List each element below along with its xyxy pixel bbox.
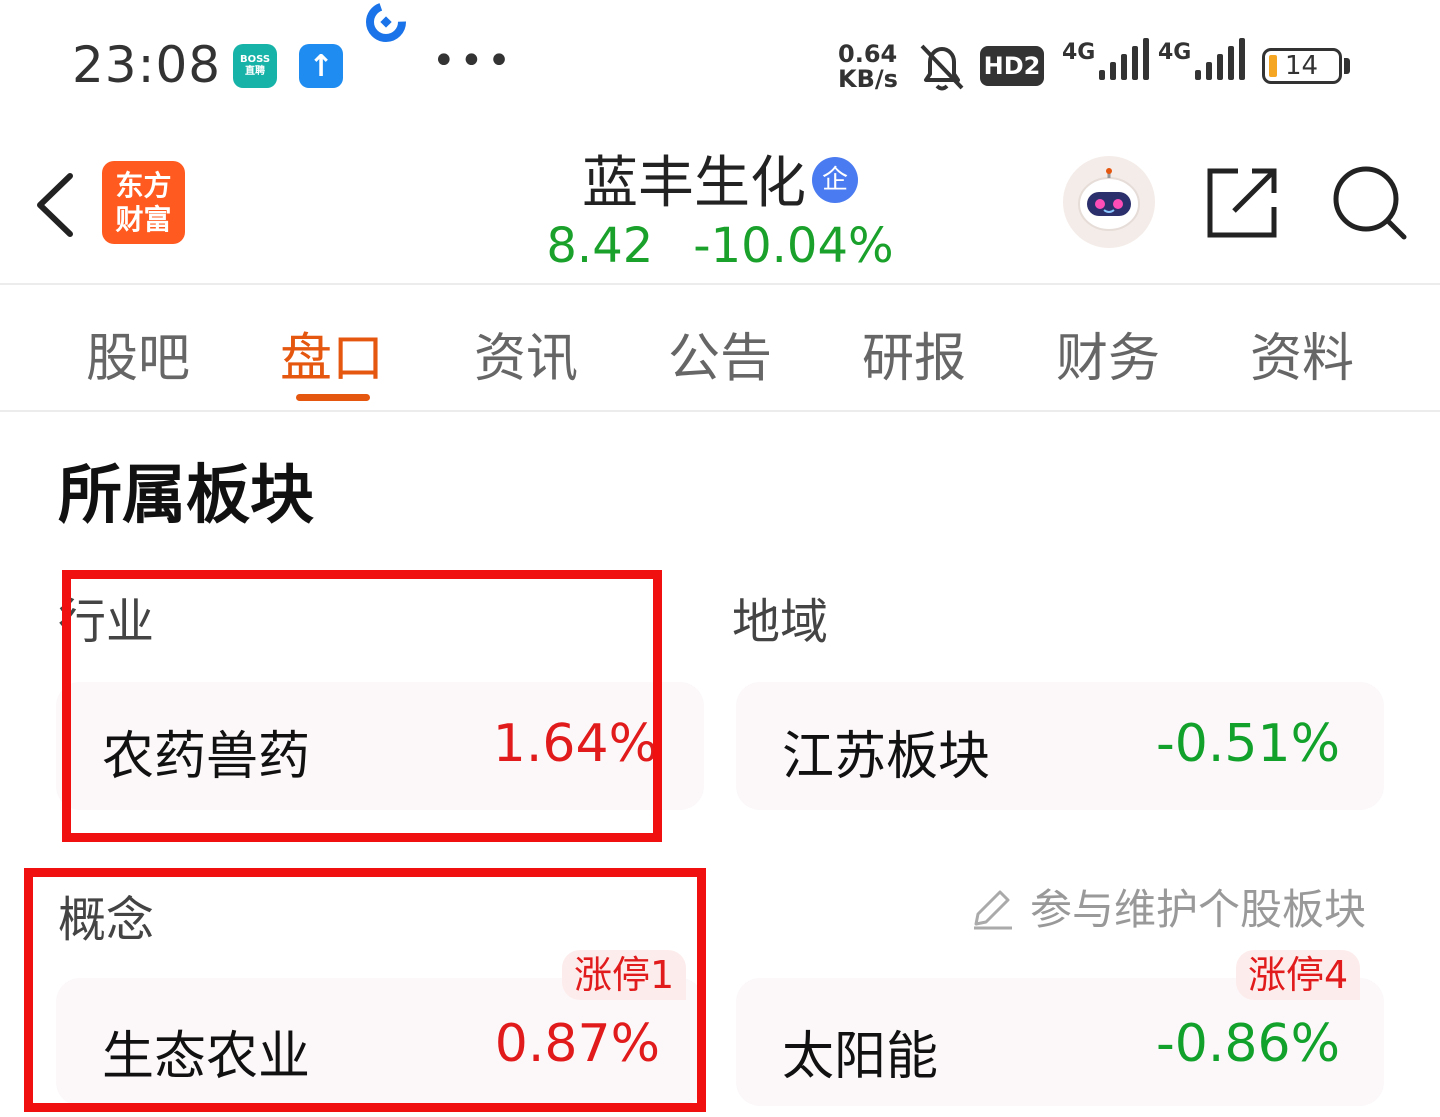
industry-highlight-box <box>62 570 662 842</box>
tab-finance[interactable]: 财务 <box>1018 316 1198 391</box>
region-sector-name: 江苏板块 <box>782 727 991 787</box>
signal1-bars <box>1099 38 1150 80</box>
tab-profile[interactable]: 资料 <box>1212 316 1392 391</box>
bell-muted-icon <box>916 40 968 98</box>
boss-icon-line2: 直聘 <box>245 66 265 77</box>
network-speed: 0.64 KB/s <box>838 42 898 92</box>
share-icon[interactable] <box>1204 165 1280 245</box>
ai-assistant-robot-icon[interactable] <box>1063 156 1155 248</box>
search-icon[interactable] <box>1330 163 1410 247</box>
limit-up-count-badge-2: 涨停4 <box>1236 950 1361 1000</box>
region-sector-card[interactable]: 江苏板块 -0.51% <box>736 682 1384 810</box>
signal1-label: 4G <box>1062 40 1096 65</box>
battery-fill <box>1269 55 1277 77</box>
section-title: 所属板块 <box>58 459 314 533</box>
stock-price: 8.42 <box>546 218 654 274</box>
concept-sector-change-2: -0.86% <box>1156 1014 1340 1074</box>
signal-icon: 4G <box>1062 38 1150 80</box>
region-label: 地域 <box>732 594 829 650</box>
edit-pencil-icon <box>974 890 1012 929</box>
tabs-divider <box>0 410 1440 412</box>
signal2-label: 4G <box>1158 40 1192 65</box>
concept-sector-name-2: 太阳能 <box>782 1027 939 1087</box>
upload-app-icon: ↑ <box>299 44 343 88</box>
hd-voice-badge: HD2 <box>980 46 1044 86</box>
signal2-icon: 4G <box>1158 38 1246 80</box>
boss-zhipin-app-icon: BOSS 直聘 <box>233 44 277 88</box>
battery-icon: 14 <box>1262 48 1342 84</box>
signal2-bars <box>1195 38 1246 80</box>
maintain-sectors-link[interactable]: 参与维护个股板块 <box>970 876 1366 937</box>
tab-guba[interactable]: 股吧 <box>48 316 228 391</box>
maintain-sectors-label: 参与维护个股板块 <box>1030 885 1367 934</box>
tab-announcements[interactable]: 公告 <box>630 316 810 391</box>
tab-research[interactable]: 研报 <box>824 316 1004 391</box>
boss-icon-line1: BOSS <box>239 54 271 65</box>
battery-tip <box>1344 58 1350 74</box>
header-divider <box>0 283 1440 285</box>
stock-change-pct: -10.04% <box>693 218 894 274</box>
more-dots-icon: ••• <box>432 38 515 84</box>
region-sector-change: -0.51% <box>1156 714 1340 774</box>
network-speed-unit: KB/s <box>838 65 898 93</box>
concept-highlight-box <box>24 868 706 1112</box>
cmb-bank-app-icon <box>364 0 408 44</box>
active-tab-indicator <box>296 394 370 401</box>
battery-level: 14 <box>1285 51 1319 81</box>
tab-pankou[interactable]: 盘口 <box>242 316 422 391</box>
stock-name: 蓝丰生化 <box>582 151 806 216</box>
enterprise-badge: 企 <box>812 157 858 203</box>
status-time: 23:08 <box>72 36 222 94</box>
network-speed-value: 0.64 <box>838 40 898 68</box>
tab-news[interactable]: 资讯 <box>436 316 616 391</box>
